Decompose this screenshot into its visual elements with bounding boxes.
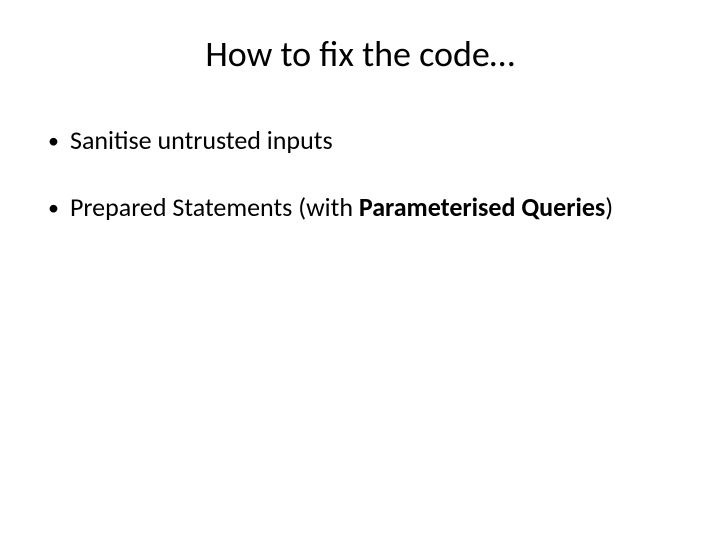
bullet-text-prefix: Prepared Statements (with (70, 191, 359, 223)
bullet-icon: • (48, 124, 70, 157)
bullet-text: Sanitise untrusted inputs (70, 124, 680, 157)
bullet-icon: • (48, 191, 70, 224)
bullet-text-bold: Parameterised Queries (359, 191, 605, 223)
bullet-list: • Sanitise untrusted inputs • Prepared S… (48, 124, 680, 224)
bullet-text-suffix: ) (605, 191, 613, 223)
list-item: • Prepared Statements (with Parameterise… (48, 191, 680, 224)
slide-title: How to fix the code… (40, 32, 680, 76)
slide: How to fix the code… • Sanitise untruste… (0, 0, 720, 540)
bullet-text: Prepared Statements (with Parameterised … (70, 191, 680, 224)
slide-body: • Sanitise untrusted inputs • Prepared S… (40, 124, 680, 224)
list-item: • Sanitise untrusted inputs (48, 124, 680, 157)
